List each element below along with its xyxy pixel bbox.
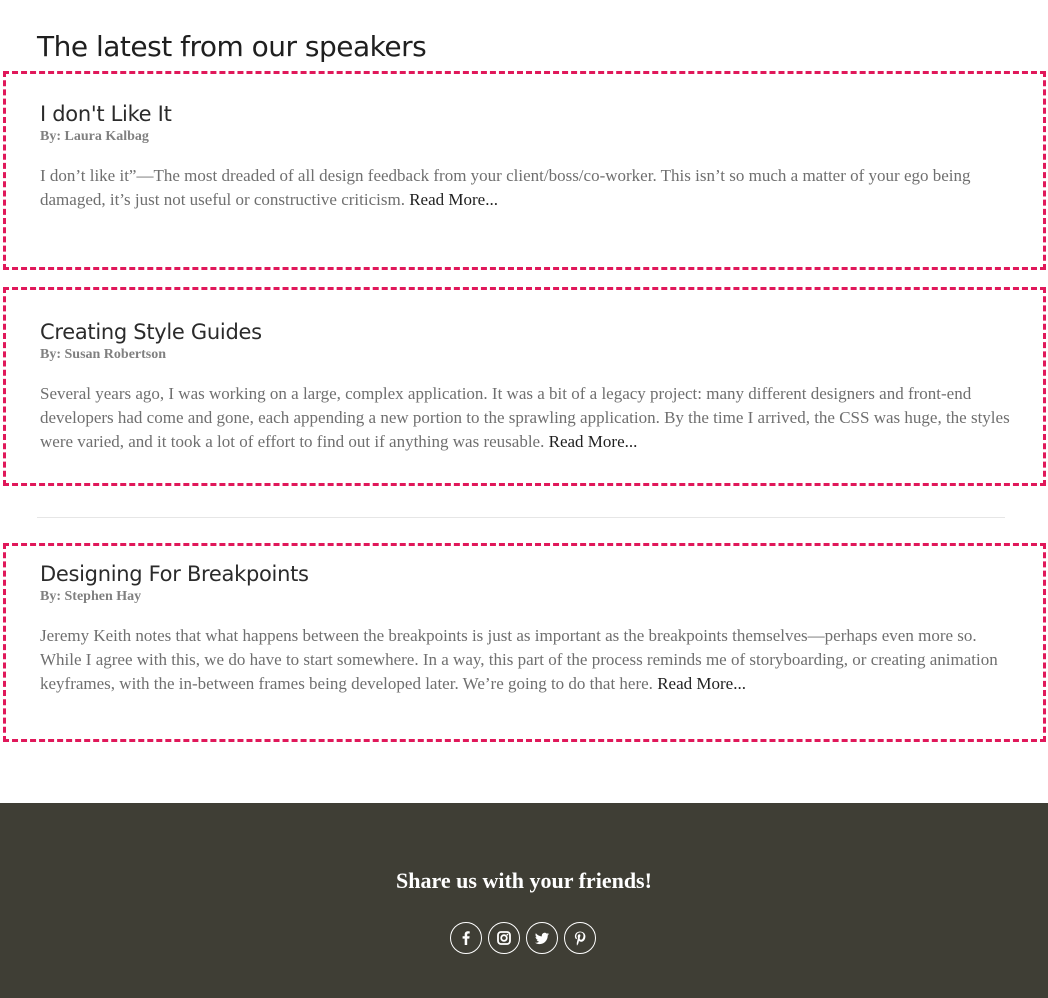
- post-excerpt-text: Several years ago, I was working on a la…: [40, 384, 1010, 451]
- read-more-link[interactable]: Read More...: [409, 190, 498, 209]
- footer-heading: Share us with your friends!: [396, 868, 652, 893]
- instagram-icon[interactable]: [488, 922, 520, 954]
- post-card: Designing For Breakpoints By: Stephen Ha…: [3, 543, 1046, 742]
- post-excerpt: Jeremy Keith notes that what happens bet…: [40, 624, 1013, 696]
- post-title[interactable]: I don't Like It: [40, 100, 1013, 128]
- divider: [37, 517, 1005, 518]
- post-title[interactable]: Designing For Breakpoints: [40, 560, 1013, 588]
- twitter-icon[interactable]: [526, 922, 558, 954]
- post-card: Creating Style Guides By: Susan Robertso…: [3, 287, 1046, 486]
- footer: Share us with your friends!: [0, 803, 1048, 998]
- read-more-link[interactable]: Read More...: [549, 432, 638, 451]
- post-excerpt: Several years ago, I was working on a la…: [40, 382, 1013, 454]
- post-excerpt-text: I don’t like it”—The most dreaded of all…: [40, 166, 971, 209]
- social-links: [450, 922, 596, 954]
- post-author: By: Stephen Hay: [40, 589, 142, 604]
- post-title[interactable]: Creating Style Guides: [40, 318, 1013, 346]
- post-author: By: Laura Kalbag: [40, 129, 149, 144]
- facebook-icon[interactable]: [450, 922, 482, 954]
- post-author: By: Susan Robertson: [40, 347, 167, 362]
- read-more-link[interactable]: Read More...: [657, 674, 746, 693]
- pinterest-icon[interactable]: [564, 922, 596, 954]
- post-excerpt-text: Jeremy Keith notes that what happens bet…: [40, 626, 998, 693]
- post-card: I don't Like It By: Laura Kalbag I don’t…: [3, 71, 1046, 270]
- post-excerpt: I don’t like it”—The most dreaded of all…: [40, 164, 1013, 212]
- section-title: The latest from our speakers: [37, 30, 427, 63]
